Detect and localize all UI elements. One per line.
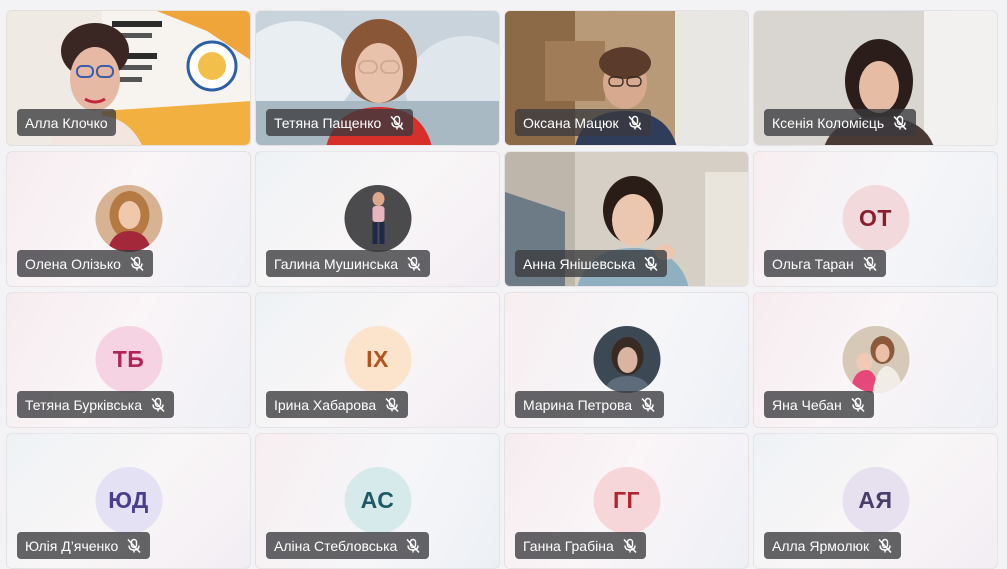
participant-name-tag: Ганна Грабіна (515, 532, 646, 559)
participant-name: Ганна Грабіна (523, 537, 614, 554)
mic-muted-icon (151, 397, 165, 412)
participant-tile[interactable]: АС Аліна Стебловська (255, 433, 500, 569)
participant-name: Оксана Мацюк (523, 114, 619, 131)
participant-name-tag: Олена Олізько (17, 250, 153, 277)
participant-name: Ірина Хабарова (274, 396, 377, 413)
participant-tile[interactable]: ЮД Юлія Д’яченко (6, 433, 251, 569)
participant-name: Тетяна Бурківська (25, 396, 143, 413)
mic-muted-icon (851, 397, 865, 412)
participant-tile[interactable]: Яна Чебан (753, 292, 998, 428)
mic-muted-icon (406, 538, 420, 553)
participant-name: Ксенія Коломієць (772, 114, 885, 131)
participant-name: Яна Чебан (772, 396, 842, 413)
avatar-initials: АЯ (842, 467, 909, 534)
participant-name-tag: Ольга Таран (764, 250, 886, 277)
participant-name: Олена Олізько (25, 255, 121, 272)
participant-tile[interactable]: ОТ Ольга Таран (753, 151, 998, 287)
mic-muted-icon (623, 538, 637, 553)
participant-tile[interactable]: ІХ Ірина Хабарова (255, 292, 500, 428)
participant-tile[interactable]: Алла Клочко (6, 10, 251, 146)
participant-name-tag: Юлія Д’яченко (17, 532, 151, 559)
avatar-initials: ЮД (95, 467, 162, 534)
participant-name: Юлія Д’яченко (25, 537, 119, 554)
avatar (593, 326, 660, 393)
participant-name-tag: Галина Мушинська (266, 250, 431, 277)
avatar-initials: ОТ (842, 185, 909, 252)
participant-tile[interactable]: Ксенія Коломієць (753, 10, 998, 146)
avatar-initials: АС (344, 467, 411, 534)
avatar (344, 185, 411, 252)
mic-muted-icon (385, 397, 399, 412)
participant-name-tag: Аліна Стебловська (266, 532, 430, 559)
participant-name: Марина Петрова (523, 396, 633, 413)
participant-name-tag: Алла Клочко (17, 109, 116, 136)
participant-name: Аліна Стебловська (274, 537, 398, 554)
participant-tile[interactable]: Галина Мушинська (255, 151, 500, 287)
avatar-initials: ГГ (593, 467, 660, 534)
participant-tile[interactable]: Оксана Мацюк (504, 10, 749, 146)
mic-muted-icon (407, 256, 421, 271)
participant-tile[interactable]: Анна Янішевська (504, 151, 749, 287)
participant-name-tag: Ксенія Коломієць (764, 109, 917, 136)
mic-muted-icon (390, 115, 404, 130)
participant-name-tag: Ірина Хабарова (266, 391, 409, 418)
participant-name-tag: Яна Чебан (764, 391, 874, 418)
participant-name-tag: Тетяна Пащенко (266, 109, 414, 136)
mic-muted-icon (130, 256, 144, 271)
participant-tile[interactable]: ТБ Тетяна Бурківська (6, 292, 251, 428)
mic-muted-icon (863, 256, 877, 271)
participant-grid: Алла Клочко Тетяна Пащенко Оксана Мацюк … (6, 10, 998, 569)
mic-muted-icon (893, 115, 907, 130)
participant-name: Ольга Таран (772, 255, 854, 272)
participant-name-tag: Марина Петрова (515, 391, 665, 418)
participant-tile[interactable]: АЯ Алла Ярмолюк (753, 433, 998, 569)
participant-name-tag: Тетяна Бурківська (17, 391, 175, 418)
participant-name: Галина Мушинська (274, 255, 399, 272)
participant-name: Алла Ярмолюк (772, 537, 870, 554)
participant-tile[interactable]: Тетяна Пащенко (255, 10, 500, 146)
avatar-initials: ІХ (344, 326, 411, 393)
mic-muted-icon (878, 538, 892, 553)
mic-muted-icon (628, 115, 642, 130)
participant-name-tag: Алла Ярмолюк (764, 532, 902, 559)
mic-muted-icon (127, 538, 141, 553)
participant-name: Анна Янішевська (523, 255, 636, 272)
participant-tile[interactable]: Олена Олізько (6, 151, 251, 287)
participant-name: Тетяна Пащенко (274, 114, 382, 131)
avatar (95, 185, 162, 252)
participant-tile[interactable]: ГГ Ганна Грабіна (504, 433, 749, 569)
mic-muted-icon (644, 256, 658, 271)
participant-name-tag: Оксана Мацюк (515, 109, 651, 136)
participant-tile[interactable]: Марина Петрова (504, 292, 749, 428)
avatar (842, 326, 909, 393)
participant-name: Алла Клочко (25, 114, 108, 131)
mic-muted-icon (641, 397, 655, 412)
participant-name-tag: Анна Янішевська (515, 250, 668, 277)
avatar-initials: ТБ (95, 326, 162, 393)
